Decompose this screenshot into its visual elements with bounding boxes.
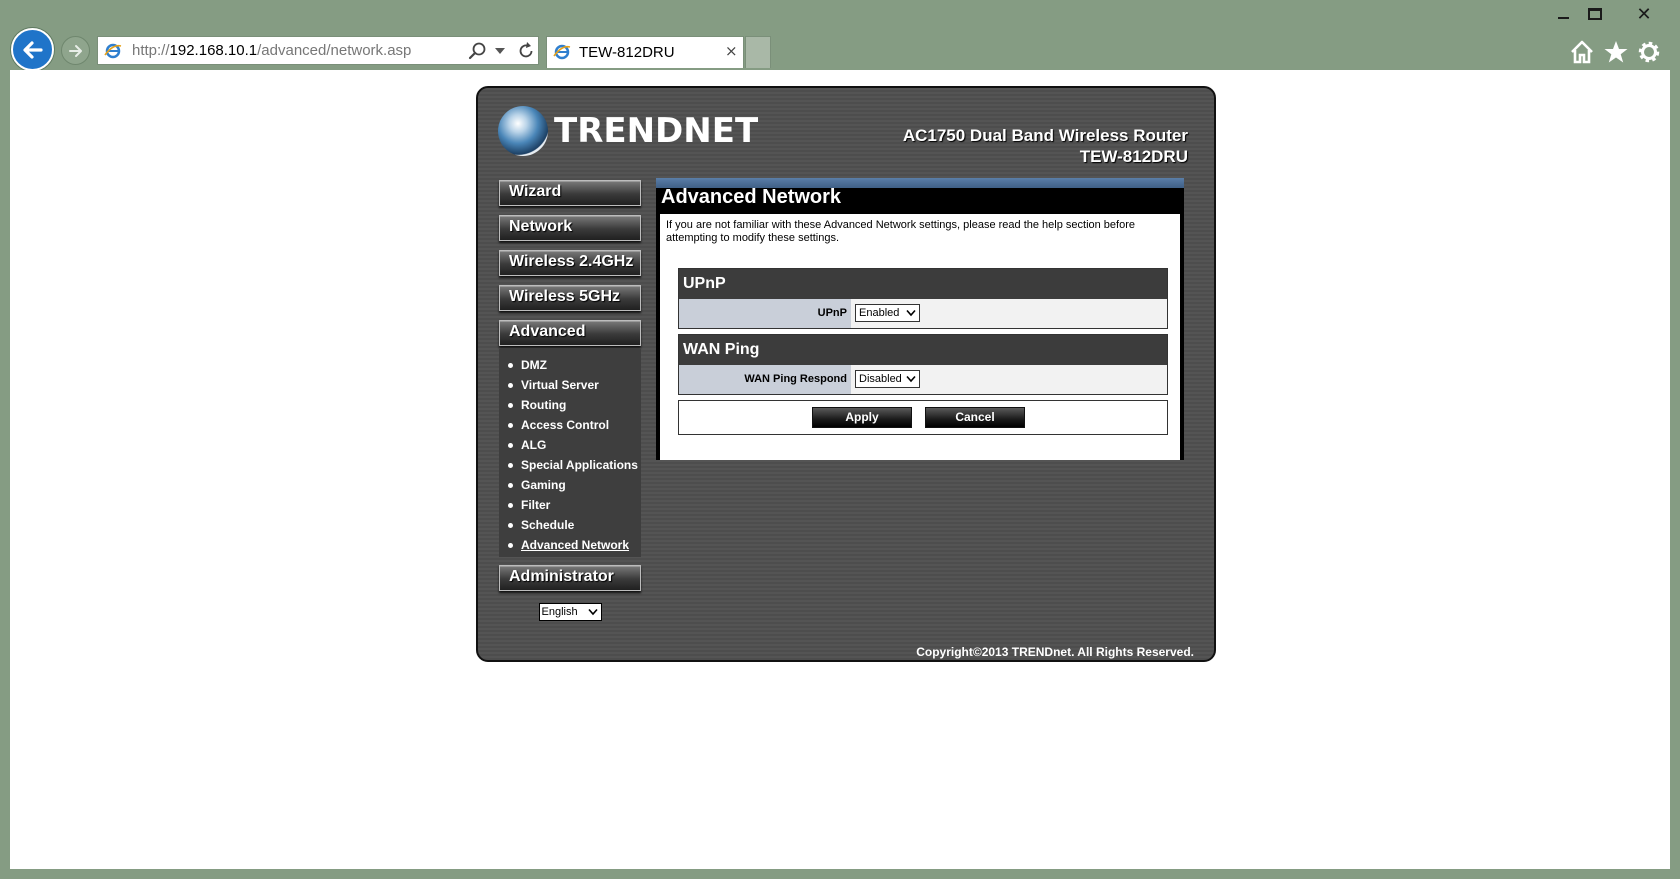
ie-icon (553, 44, 571, 60)
content-panel: Advanced Network If you are not familiar… (656, 178, 1184, 460)
chevron-down-icon (587, 608, 598, 616)
menu-network[interactable]: Network (499, 215, 641, 241)
page-title: Advanced Network (661, 186, 842, 208)
submenu-label: Routing (521, 398, 567, 412)
submenu-schedule[interactable]: Schedule (499, 515, 641, 535)
wan-ping-row: WAN Ping Respond Disabled (679, 365, 1167, 394)
submenu-advanced-network[interactable]: Advanced Network (499, 535, 641, 555)
favorites-star-icon[interactable] (1602, 38, 1630, 66)
forward-button[interactable] (61, 36, 90, 65)
back-button[interactable] (11, 28, 54, 71)
submenu-special-applications[interactable]: Special Applications (499, 455, 641, 475)
back-arrow-icon (23, 41, 43, 59)
new-tab-button[interactable] (745, 36, 771, 68)
wan-ping-heading: WAN Ping (679, 335, 1167, 365)
maximize-button[interactable] (1580, 3, 1610, 27)
panel-body: If you are not familiar with these Advan… (660, 214, 1180, 460)
wan-ping-section: WAN Ping WAN Ping Respond Disabled (678, 334, 1168, 395)
browser-chrome: ✕ http://192.168.10.1/advanced/network.a… (0, 0, 1680, 71)
router-admin-page: TRENDNET AC1750 Dual Band Wireless Route… (476, 86, 1216, 662)
language-selector-wrap: English (499, 600, 641, 621)
bullet-icon (508, 423, 513, 428)
bullet-icon (508, 363, 513, 368)
submenu-label: DMZ (521, 358, 547, 372)
bullet-icon (508, 483, 513, 488)
submenu-label: Access Control (521, 418, 610, 432)
submenu-label: Filter (521, 498, 551, 512)
wan-ping-select[interactable]: Disabled (855, 370, 920, 388)
menu-wizard[interactable]: Wizard (499, 180, 641, 206)
submenu-alg[interactable]: ALG (499, 435, 641, 455)
maximize-icon (1588, 8, 1602, 20)
close-window-button[interactable]: ✕ (1628, 3, 1660, 27)
chevron-down-icon (906, 375, 916, 383)
upnp-row: UPnP Enabled (679, 299, 1167, 328)
wan-ping-label: WAN Ping Respond (679, 365, 851, 394)
url-prefix: http:// (132, 42, 170, 59)
advanced-submenu: DMZ Virtual Server Routing Access Contro… (499, 349, 641, 557)
language-value: English (541, 606, 578, 618)
forward-arrow-icon (69, 45, 82, 57)
upnp-label: UPnP (679, 299, 851, 328)
minimize-icon (1558, 17, 1569, 19)
url-path: /advanced/network.asp (257, 42, 412, 59)
menu-administrator[interactable]: Administrator (499, 565, 641, 591)
minimize-button[interactable] (1548, 3, 1578, 27)
bullet-icon (508, 443, 513, 448)
home-icon[interactable] (1568, 38, 1596, 66)
url-host: 192.168.10.1 (169, 42, 258, 59)
product-line: AC1750 Dual Band Wireless Router (902, 126, 1188, 145)
language-select[interactable]: English (538, 603, 602, 621)
upnp-heading: UPnP (679, 269, 1167, 299)
browser-tab[interactable]: TEW-812DRU × (546, 36, 744, 68)
submenu-label: ALG (521, 438, 547, 452)
sidebar: Wizard Network Wireless 2.4GHz Wireless … (499, 180, 641, 621)
browser-viewport: TRENDNET AC1750 Dual Band Wireless Route… (10, 70, 1670, 869)
address-url[interactable]: http://192.168.10.1/advanced/network.asp (132, 42, 411, 59)
close-icon: ✕ (1636, 4, 1652, 25)
submenu-label: Virtual Server (521, 378, 599, 392)
submenu-label: Special Applications (521, 458, 638, 472)
cancel-button[interactable]: Cancel (925, 407, 1025, 428)
upnp-section: UPnP UPnP Enabled (678, 268, 1168, 329)
settings-gear-icon[interactable] (1635, 38, 1663, 66)
submenu-virtual-server[interactable]: Virtual Server (499, 375, 641, 395)
submenu-label: Schedule (521, 518, 575, 532)
brand-name: TRENDNET (554, 111, 759, 151)
submenu-gaming[interactable]: Gaming (499, 475, 641, 495)
submenu-label: Gaming (521, 478, 566, 492)
menu-wireless-24ghz[interactable]: Wireless 2.4GHz (499, 250, 641, 276)
chevron-down-icon (906, 309, 916, 317)
ie-icon (104, 43, 122, 59)
tab-title: TEW-812DRU (579, 44, 675, 61)
intro-text: If you are not familiar with these Advan… (666, 219, 1135, 244)
bullet-icon (508, 503, 513, 508)
submenu-routing[interactable]: Routing (499, 395, 641, 415)
tab-close-icon[interactable]: × (725, 42, 738, 60)
menu-wireless-5ghz[interactable]: Wireless 5GHz (499, 285, 641, 311)
refresh-icon[interactable] (516, 41, 536, 61)
bullet-icon (508, 523, 513, 528)
bullet-icon (508, 463, 513, 468)
submenu-filter[interactable]: Filter (499, 495, 641, 515)
submenu-label: Advanced Network (521, 538, 630, 552)
model-number: TEW-812DRU (1079, 147, 1188, 166)
bullet-icon (508, 383, 513, 388)
action-button-row: Apply Cancel (678, 400, 1168, 435)
upnp-value: Enabled (859, 307, 900, 319)
copyright-text: Copyright©2013 TRENDnet. All Rights Rese… (916, 645, 1194, 659)
wan-ping-value: Disabled (859, 373, 902, 385)
bullet-icon (508, 543, 513, 548)
address-bar[interactable]: http://192.168.10.1/advanced/network.asp (97, 36, 539, 65)
trendnet-logo-icon (498, 106, 548, 156)
dropdown-arrow-icon[interactable] (494, 47, 506, 55)
search-icon[interactable] (468, 41, 488, 61)
submenu-access-control[interactable]: Access Control (499, 415, 641, 435)
upnp-select[interactable]: Enabled (855, 304, 920, 322)
submenu-dmz[interactable]: DMZ (499, 355, 641, 375)
menu-advanced[interactable]: Advanced (499, 320, 641, 346)
bullet-icon (508, 403, 513, 408)
apply-button[interactable]: Apply (812, 407, 912, 428)
